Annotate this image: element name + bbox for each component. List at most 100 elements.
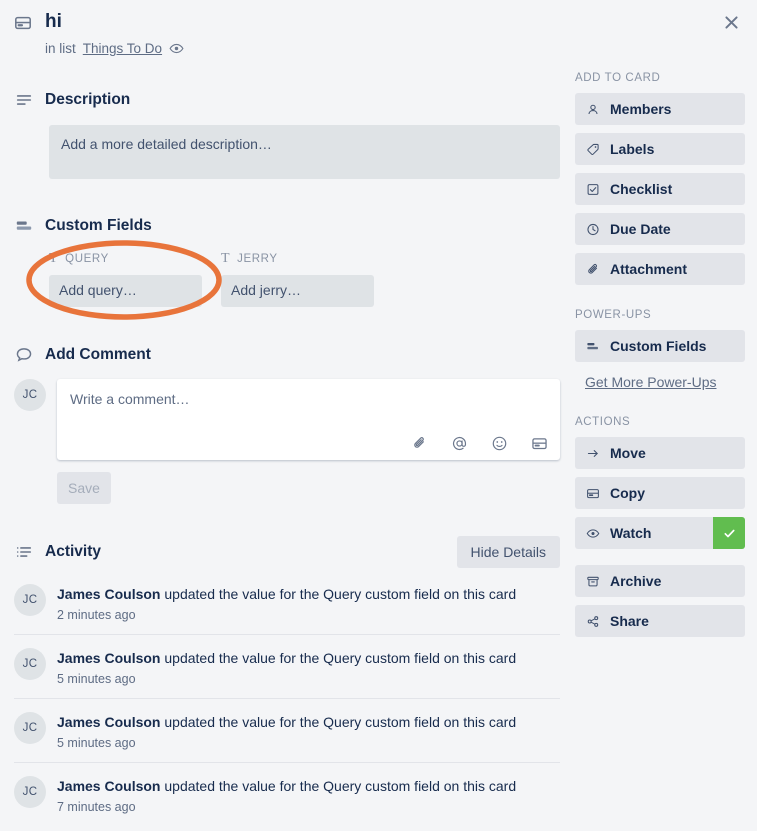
custom-field-query: T QUERY Add query… bbox=[49, 250, 202, 307]
sidebar-item-due-date[interactable]: Due Date bbox=[575, 213, 745, 245]
add-to-card-heading: ADD TO CARD bbox=[575, 72, 661, 84]
eye-icon bbox=[586, 528, 600, 538]
add-comment-section: Add Comment JC Write a comment… Save bbox=[14, 343, 560, 504]
sidebar-item-label: Custom Fields bbox=[610, 338, 707, 354]
activity-text: James Coulson updated the value for the … bbox=[57, 714, 517, 730]
card-subtitle: in list Things To Do bbox=[45, 41, 697, 56]
sidebar-item-label: Members bbox=[610, 101, 672, 117]
custom-field-label: QUERY bbox=[65, 253, 109, 265]
activity-actor[interactable]: James Coulson bbox=[57, 650, 160, 666]
card-icon bbox=[586, 486, 600, 501]
add-comment-title: Add Comment bbox=[45, 346, 151, 363]
person-icon bbox=[588, 104, 598, 114]
text-type-icon: T bbox=[221, 251, 231, 266]
sidebar-item-label: Attachment bbox=[610, 261, 688, 277]
sidebar-item-share[interactable]: Share bbox=[575, 605, 745, 637]
custom-fields-icon bbox=[587, 342, 598, 349]
eye-icon[interactable] bbox=[169, 41, 184, 56]
activity-item: JC James Coulson updated the value for th… bbox=[14, 762, 560, 826]
list-name-link[interactable]: Things To Do bbox=[83, 41, 162, 56]
comment-input-box[interactable]: Write a comment… bbox=[57, 379, 560, 460]
sidebar-item-label: Due Date bbox=[610, 221, 671, 237]
activity-timestamp: 5 minutes ago bbox=[57, 672, 136, 686]
close-icon bbox=[724, 15, 738, 29]
sidebar-item-members[interactable]: Members bbox=[575, 93, 745, 125]
card-header: hi in list Things To Do bbox=[14, 10, 697, 56]
sidebar-item-label: Checklist bbox=[610, 181, 673, 197]
activity-actor[interactable]: James Coulson bbox=[57, 714, 160, 730]
sidebar-item-label: Watch bbox=[610, 525, 652, 541]
jerry-field-input[interactable]: Add jerry… bbox=[221, 275, 374, 307]
paperclip-icon bbox=[586, 262, 600, 277]
save-comment-button[interactable]: Save bbox=[57, 472, 111, 504]
avatar: JC bbox=[14, 584, 46, 616]
activity-item: JC James Coulson updated the value for th… bbox=[14, 584, 560, 634]
sidebar-item-labels[interactable]: Labels bbox=[575, 133, 745, 165]
clock-icon bbox=[586, 222, 600, 237]
sidebar-item-custom-fields[interactable]: Custom Fields bbox=[575, 330, 745, 362]
share-nodes-icon bbox=[586, 614, 600, 629]
activity-item: JC James Coulson updated the value for th… bbox=[14, 634, 560, 698]
sidebar-item-copy[interactable]: Copy bbox=[575, 477, 745, 509]
get-more-power-ups-link[interactable]: Get More Power-Ups bbox=[585, 374, 716, 390]
paperclip-icon bbox=[588, 263, 598, 274]
sidebar-item-label: Labels bbox=[610, 141, 655, 157]
sidebar-item-archive[interactable]: Archive bbox=[575, 565, 745, 597]
page-title: hi bbox=[45, 11, 62, 32]
custom-fields-icon bbox=[14, 217, 34, 235]
watch-enabled-badge[interactable] bbox=[713, 517, 745, 549]
checkbox-icon bbox=[587, 183, 599, 195]
archive-box-icon bbox=[587, 576, 599, 586]
card-icon[interactable] bbox=[531, 435, 548, 452]
sidebar-item-watch[interactable]: Watch bbox=[575, 517, 745, 549]
close-button[interactable] bbox=[715, 6, 747, 38]
avatar: JC bbox=[14, 648, 46, 680]
custom-fields-icon bbox=[586, 339, 600, 354]
activity-timestamp: 2 minutes ago bbox=[57, 608, 136, 622]
checkbox-icon bbox=[586, 182, 600, 197]
sidebar-item-label: Archive bbox=[610, 573, 662, 589]
activity-timestamp: 5 minutes ago bbox=[57, 736, 136, 750]
description-lines-icon bbox=[14, 91, 34, 109]
sidebar-item-attachment[interactable]: Attachment bbox=[575, 253, 745, 285]
mention-icon[interactable] bbox=[451, 435, 468, 452]
activity-text: James Coulson updated the value for the … bbox=[57, 778, 517, 794]
activity-text: James Coulson updated the value for the … bbox=[57, 650, 517, 666]
activity-actor[interactable]: James Coulson bbox=[57, 778, 160, 794]
avatar: JC bbox=[14, 712, 46, 744]
comment-placeholder: Write a comment… bbox=[70, 391, 190, 407]
person-icon bbox=[586, 102, 600, 117]
activity-section: Activity Hide Details JC James Coulson up… bbox=[14, 536, 560, 826]
activity-item: JC James Coulson updated the value for th… bbox=[14, 698, 560, 762]
avatar: JC bbox=[14, 776, 46, 808]
sidebar-item-label: Share bbox=[610, 613, 649, 629]
custom-field-jerry: T JERRY Add jerry… bbox=[221, 250, 374, 307]
activity-title: Activity bbox=[45, 543, 101, 560]
arrow-right-icon bbox=[587, 449, 598, 457]
activity-actor[interactable]: James Coulson bbox=[57, 586, 160, 602]
sidebar-item-label: Copy bbox=[610, 485, 645, 501]
actions-heading: ACTIONS bbox=[575, 416, 631, 428]
custom-field-label: JERRY bbox=[237, 253, 278, 265]
activity-list-icon bbox=[14, 543, 34, 561]
custom-fields-title: Custom Fields bbox=[45, 217, 152, 234]
check-icon bbox=[723, 529, 735, 537]
activity-timestamp: 7 minutes ago bbox=[57, 800, 136, 814]
comment-bubble-icon bbox=[14, 346, 34, 364]
custom-fields-section: Custom Fields T QUERY Add query… T JERRY… bbox=[14, 214, 560, 307]
attachment-icon[interactable] bbox=[411, 435, 428, 452]
activity-text: James Coulson updated the value for the … bbox=[57, 586, 517, 602]
sidebar-item-checklist[interactable]: Checklist bbox=[575, 173, 745, 205]
emoji-icon[interactable] bbox=[491, 435, 508, 452]
sidebar-item-move[interactable]: Move bbox=[575, 437, 745, 469]
query-field-input[interactable]: Add query… bbox=[49, 275, 202, 307]
arrow-right-icon bbox=[586, 446, 600, 461]
sidebar-item-label: Move bbox=[610, 445, 646, 461]
power-ups-heading: POWER-UPS bbox=[575, 309, 652, 321]
label-tag-icon bbox=[586, 142, 600, 157]
card-detail-modal: hi in list Things To Do Description Add … bbox=[0, 0, 757, 831]
card-sidebar: ADD TO CARD Members Labels Checklist Due Da… bbox=[575, 70, 745, 645]
hide-details-button[interactable]: Hide Details bbox=[456, 536, 560, 568]
description-input[interactable]: Add a more detailed description… bbox=[49, 125, 560, 179]
card-icon bbox=[587, 488, 599, 498]
